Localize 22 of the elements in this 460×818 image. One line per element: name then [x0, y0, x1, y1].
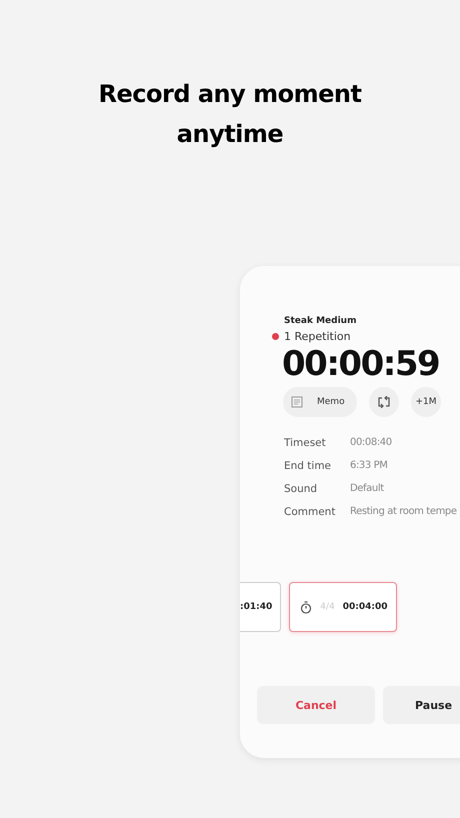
- headline: anytime: [176, 119, 284, 150]
- stopwatch-icon: [300, 600, 312, 614]
- repeat-icon: [377, 396, 391, 408]
- detail-label: Timeset: [284, 436, 327, 451]
- detail-value: 6:33 PM: [350, 459, 388, 473]
- repetition-label: 1 Repetition: [284, 330, 351, 343]
- countdown-time: 00:00:59: [282, 343, 440, 385]
- memo-icon: [291, 396, 303, 408]
- cancel-button[interactable]: Cancel: [257, 686, 375, 724]
- detail-label: End time: [284, 459, 332, 474]
- add-minute-button[interactable]: +1M: [411, 387, 441, 417]
- detail-value: Resting at room tempe: [350, 505, 457, 519]
- detail-label: Sound: [284, 482, 318, 497]
- repeat-button[interactable]: [369, 387, 399, 417]
- timer-name: Steak Medium: [284, 316, 356, 326]
- step-chip[interactable]: :01:40: [240, 582, 282, 632]
- detail-value: 00:08:40: [350, 436, 392, 450]
- detail-label: Comment: [284, 505, 336, 520]
- memo-button[interactable]: Memo: [283, 387, 357, 417]
- headline: Record any moment: [98, 79, 362, 110]
- pause-button[interactable]: Pause: [383, 686, 460, 724]
- detail-value: Default: [350, 482, 384, 496]
